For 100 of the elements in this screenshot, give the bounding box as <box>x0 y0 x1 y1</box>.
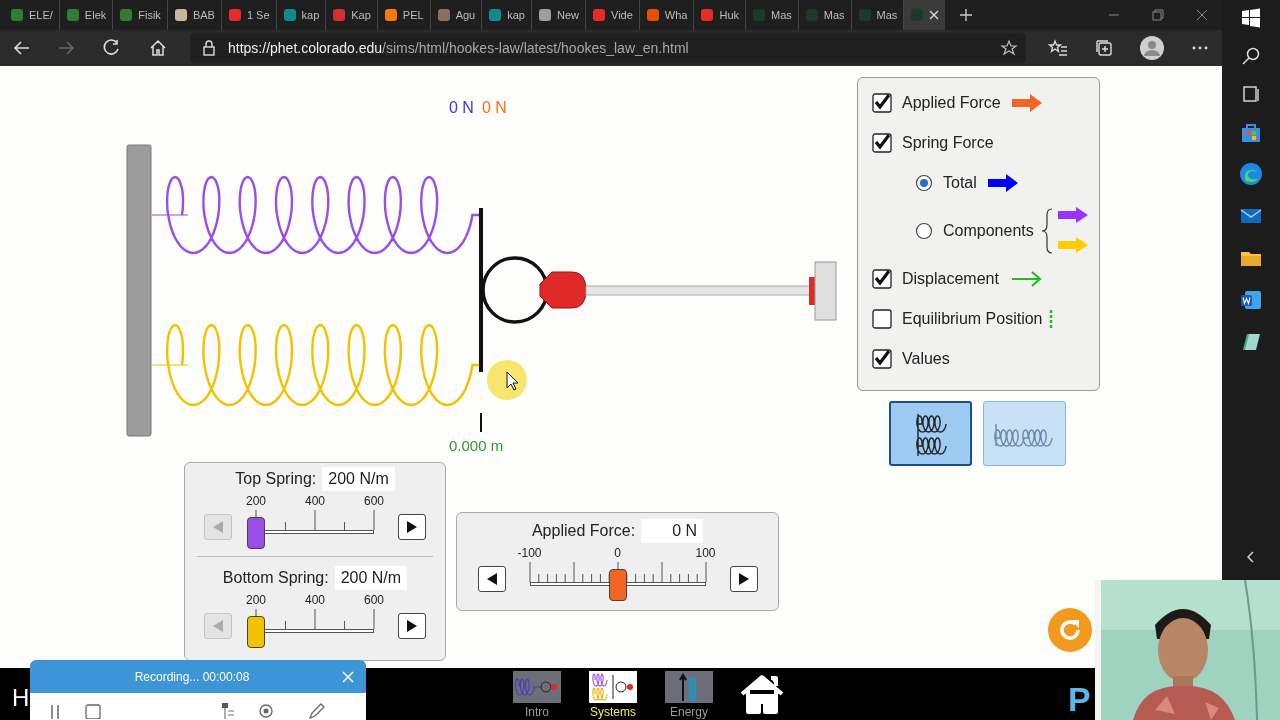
slider-label: Bottom Spring: <box>222 568 329 588</box>
cursor-icon <box>506 371 519 391</box>
slider-thumb[interactable] <box>247 517 265 549</box>
option-label: Values <box>902 349 950 369</box>
pen-icon[interactable] <box>308 703 326 719</box>
tab-title: Kap <box>351 7 371 23</box>
flag-icon[interactable] <box>220 703 236 719</box>
close-icon[interactable] <box>929 10 940 20</box>
recording-status: Recording... 00:00:08 <box>133 668 251 686</box>
checkbox[interactable] <box>872 133 892 153</box>
screen-tab[interactable]: Intro <box>506 668 568 720</box>
tab-title: Huk <box>719 7 739 23</box>
tick-label: 600 <box>364 592 384 609</box>
logo-text: P <box>1068 679 1091 720</box>
home-icon[interactable] <box>740 674 784 714</box>
collections-icon[interactable] <box>1094 38 1114 58</box>
displacement-tick <box>480 413 482 432</box>
screen-tab[interactable]: Energy <box>658 668 720 720</box>
reset-icon <box>1057 617 1083 643</box>
end-block <box>814 261 837 321</box>
increment-button[interactable] <box>729 566 758 592</box>
decrement-button[interactable] <box>477 566 506 592</box>
left-triangle-icon <box>485 572 498 586</box>
profile-avatar-icon[interactable] <box>1140 36 1164 60</box>
new-tab-icon[interactable] <box>959 8 974 22</box>
left-triangle-icon <box>212 619 224 633</box>
tick-label: 400 <box>305 592 325 609</box>
checkbox[interactable] <box>872 349 892 369</box>
tab-title: PEL <box>402 7 424 23</box>
checkbox[interactable] <box>872 309 892 329</box>
option-label: Spring Force <box>902 133 994 153</box>
screen-tab[interactable]: Systems <box>582 668 644 720</box>
browser-tab[interactable] <box>904 0 946 30</box>
tab-title: kap <box>507 7 525 23</box>
right-triangle-icon <box>406 619 418 633</box>
tick-label: -100 <box>517 545 542 562</box>
address-bar[interactable]: https://phet.colorado.edu/sims/html/hookes-law/latest/hookes_law_en.html <box>190 33 1026 63</box>
radio-button[interactable] <box>915 174 933 192</box>
option-label: Equilibrium Position <box>902 309 1043 329</box>
option-label: Applied Force <box>902 93 1001 113</box>
search-icon[interactable] <box>1241 46 1261 66</box>
favorites-icon[interactable] <box>1048 38 1068 58</box>
favorite-star-icon[interactable] <box>1000 39 1018 57</box>
checkbox[interactable] <box>872 93 892 113</box>
cursor-highlight <box>487 360 527 400</box>
stop-icon[interactable] <box>84 703 102 719</box>
lock-icon <box>202 40 216 56</box>
increment-button[interactable] <box>398 613 426 639</box>
tick-label: 600 <box>364 493 384 510</box>
webcam-toggle-icon[interactable] <box>258 703 274 719</box>
restore-icon[interactable] <box>1152 9 1164 21</box>
tab-title: ELE/ <box>29 7 53 23</box>
value-display: 200 N/m <box>322 467 395 491</box>
brace-icon <box>1041 208 1053 254</box>
refresh-icon[interactable] <box>102 38 122 58</box>
slider-label: Applied Force: <box>531 521 636 541</box>
force-value: 0 N <box>481 98 507 118</box>
right-triangle-icon <box>737 572 750 586</box>
increment-button[interactable] <box>398 514 426 540</box>
tab-title: BAB <box>192 7 215 23</box>
tab-title: Agu <box>455 7 476 23</box>
displacement-value: 0.000 m <box>449 436 504 456</box>
screen-thumbnail-icon <box>589 671 637 703</box>
value-display: 0 N <box>641 519 704 543</box>
home-icon[interactable] <box>148 38 168 58</box>
tab-title: Wha <box>664 7 688 23</box>
tab-title: New <box>557 7 579 23</box>
tick-label: 200 <box>246 592 266 609</box>
tick-label: 200 <box>246 493 266 510</box>
slider-thumb[interactable] <box>608 569 627 601</box>
task-view-icon[interactable] <box>1241 84 1261 104</box>
pause-icon[interactable] <box>48 703 62 719</box>
option-label: Displacement <box>902 269 999 289</box>
browser-icon[interactable] <box>1239 162 1263 186</box>
value-display: 200 N/m <box>334 566 408 590</box>
close-window-icon[interactable] <box>1196 9 1208 21</box>
checkbox[interactable] <box>872 269 892 289</box>
windows-logo-icon[interactable] <box>1241 8 1261 28</box>
radio-button[interactable] <box>915 222 933 240</box>
tab-title: 1 Se <box>246 7 270 23</box>
configuration-button[interactable] <box>889 401 972 466</box>
store-icon[interactable] <box>1240 122 1262 144</box>
url-text: https://phet.colorado.edu/sims/html/hookes-law/latest/hookes_law_en.html <box>228 38 689 58</box>
word-icon[interactable] <box>1239 288 1263 312</box>
screen-thumbnail-icon <box>665 671 713 703</box>
robot-hand[interactable] <box>539 271 587 309</box>
tab-title: Mas <box>876 7 898 23</box>
slider-label: Top Spring: <box>235 469 317 489</box>
force-value: 0 N <box>449 98 474 118</box>
screen-thumbnail-icon <box>513 671 561 703</box>
option-label: Components <box>943 221 1034 241</box>
slider-thumb[interactable] <box>247 616 265 648</box>
tick-label: 400 <box>305 493 325 510</box>
right-triangle-icon <box>406 520 418 534</box>
tab-title: Elek <box>84 7 107 23</box>
tab-title: Vide <box>611 7 633 23</box>
tick-label: 0 <box>614 545 621 562</box>
tab-title: Fisik <box>138 7 161 23</box>
tab-title: kap <box>301 7 320 23</box>
option-label: Total <box>943 173 977 193</box>
